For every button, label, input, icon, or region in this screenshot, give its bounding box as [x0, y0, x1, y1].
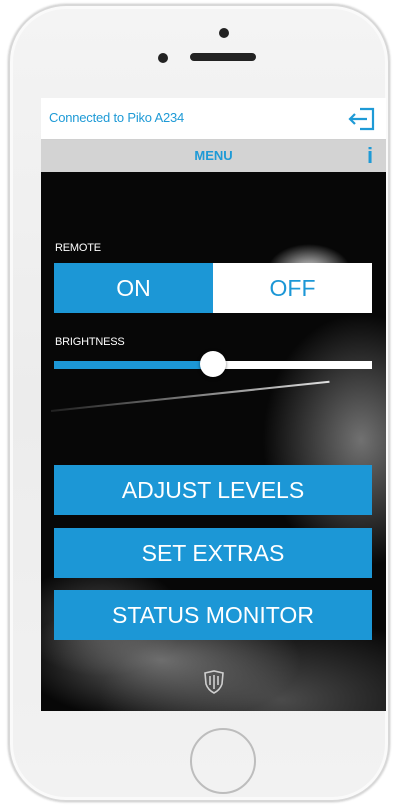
remote-toggle: ON OFF	[54, 263, 372, 313]
adjust-levels-button[interactable]: ADJUST LEVELS	[54, 465, 372, 515]
front-camera	[219, 28, 229, 38]
brightness-slider-thumb[interactable]	[200, 351, 226, 377]
info-icon[interactable]: i	[363, 144, 377, 168]
status-monitor-button[interactable]: STATUS MONITOR	[54, 590, 372, 640]
remote-off-button[interactable]: OFF	[213, 263, 372, 313]
exit-arrow-icon[interactable]	[346, 106, 376, 132]
set-extras-button[interactable]: SET EXTRAS	[54, 528, 372, 578]
remote-on-button[interactable]: ON	[54, 263, 213, 313]
brightness-label: BRIGHTNESS	[55, 336, 125, 348]
connection-bar: Connected to Piko A234	[41, 98, 386, 140]
shield-logo-icon	[204, 670, 224, 694]
nav-bar: MENU i	[41, 140, 386, 172]
connection-status-text: Connected to Piko A234	[49, 110, 185, 125]
page-title: MENU	[194, 148, 233, 163]
app-screen: Connected to Piko A234 MENU i REMOTE ON …	[41, 98, 386, 711]
brightness-slider[interactable]	[54, 351, 372, 381]
earpiece-speaker	[190, 53, 256, 61]
home-button[interactable]	[190, 728, 256, 794]
brightness-slider-fill	[54, 361, 213, 369]
remote-label: REMOTE	[55, 242, 101, 254]
proximity-sensor	[158, 53, 168, 63]
